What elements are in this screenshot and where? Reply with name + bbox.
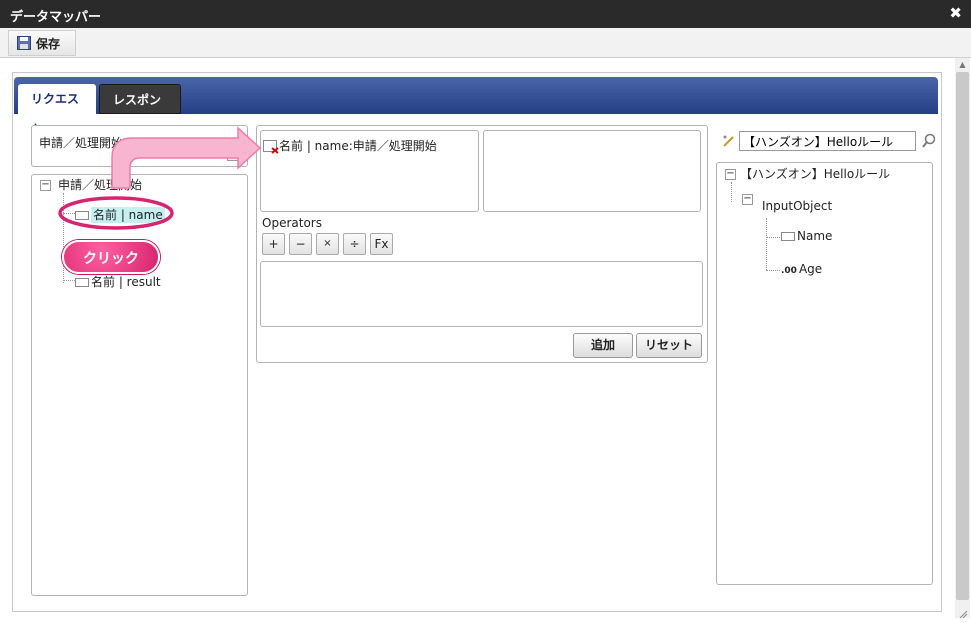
tree-guide-line [766,237,780,238]
window-titlebar: データマッパー ✖ [0,0,971,28]
target-tree-panel [716,162,933,585]
floppy-disk-icon [17,36,31,50]
tree-guide-line [766,218,767,270]
operator-minus-button[interactable]: − [289,233,312,255]
save-label: 保存 [36,36,61,51]
tab-bar: リクエスト レスポンス [14,77,938,137]
target-tree-field-age[interactable]: .00 Age [781,262,822,276]
reset-button[interactable]: リセット [636,333,702,358]
operator-function-button[interactable]: Fx [370,233,393,255]
target-tree-field-name-label: Name [797,229,833,243]
click-callout: クリック [62,240,160,274]
field-icon [75,278,89,287]
window-title: データマッパー [10,10,102,25]
target-tree-root[interactable]: 【ハンズオン】Helloルール [740,165,890,182]
vertical-scrollbar[interactable]: ▲ [955,58,970,618]
operator-multiply-button[interactable]: × [316,233,339,255]
expression-preview-box[interactable] [483,130,701,212]
tab-request[interactable]: リクエスト [18,84,96,136]
target-tree-field-name[interactable]: Name [781,229,832,243]
resize-grip-icon[interactable] [958,609,968,619]
collapse-icon[interactable]: − [725,169,736,180]
save-button[interactable]: 保存 [8,30,76,56]
toolbar: 保存 [0,28,971,58]
magic-wand-icon [723,135,734,147]
close-icon[interactable]: ✖ [949,4,962,22]
tree-guide-line [766,270,780,271]
target-tree-input-object[interactable]: InputObject [762,199,832,213]
source-tree-item-result-label: 名前 | result [91,275,161,289]
formula-textarea[interactable] [260,261,703,327]
target-search-input[interactable] [739,131,916,151]
scroll-thumb[interactable] [956,72,969,600]
tree-guide-line [731,182,732,202]
highlight-ring [58,196,174,230]
target-tree-field-age-label: Age [798,262,823,276]
operator-plus-button[interactable]: + [262,233,285,255]
tree-guide-line [63,280,75,281]
number-field-icon: .00 [781,266,797,276]
search-icon[interactable] [921,133,937,149]
tab-response[interactable]: レスポンス [99,84,181,137]
collapse-icon[interactable]: − [40,180,51,191]
scroll-up-icon[interactable]: ▲ [955,58,970,72]
add-button[interactable]: 追加 [573,333,633,358]
operator-divide-button[interactable]: ÷ [343,233,366,255]
collapse-icon[interactable]: − [742,194,753,205]
field-icon [781,232,795,241]
